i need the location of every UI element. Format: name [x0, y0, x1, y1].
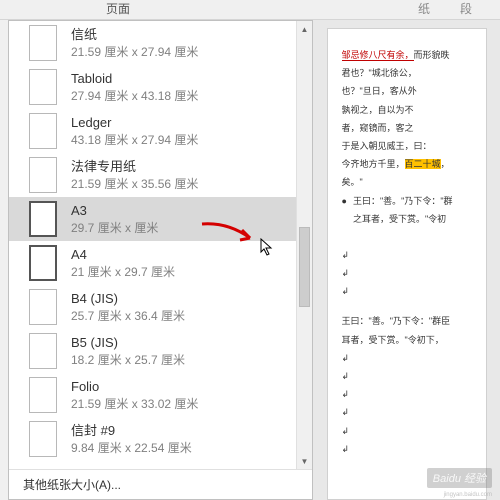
- paper-size-item[interactable]: 法律专用纸21.59 厘米 x 35.56 厘米: [9, 153, 312, 197]
- scroll-up-button[interactable]: ▲: [297, 21, 312, 37]
- paper-size-name: Tabloid: [71, 70, 198, 88]
- doc-text: ↲: [342, 265, 478, 281]
- doc-text: 者，窥镜而，客之: [342, 120, 478, 136]
- doc-text: ↲: [342, 386, 478, 402]
- paper-size-name: A4: [71, 246, 175, 264]
- page-icon: [29, 377, 57, 413]
- paper-size-item[interactable]: 信封 #99.84 厘米 x 22.54 厘米: [9, 417, 312, 461]
- scroll-thumb[interactable]: [299, 227, 310, 307]
- doc-text: ↲: [342, 441, 478, 457]
- document-area: 邹忌修八尺有余，而形貌昳 君也？"城北徐公， 也？"旦日，客从外 孰视之，自以为…: [313, 20, 500, 500]
- page-icon: [29, 245, 57, 281]
- paper-size-dims: 21.59 厘米 x 33.02 厘米: [71, 396, 198, 412]
- paper-size-name: 信封 #9: [71, 422, 192, 440]
- paper-size-dropdown: 信纸21.59 厘米 x 27.94 厘米Tabloid27.94 厘米 x 4…: [8, 20, 313, 500]
- paper-size-dims: 29.7 厘米 x 厘米: [71, 220, 158, 236]
- watermark: Baidu 经验: [427, 468, 492, 488]
- ribbon-bar: 页面 纸 段: [0, 0, 500, 20]
- page-icon: [29, 157, 57, 193]
- doc-text: ↲: [342, 350, 478, 366]
- watermark-url: jingyan.baidu.com: [444, 492, 492, 498]
- page-icon: [29, 289, 57, 325]
- doc-text: ↲: [342, 404, 478, 420]
- doc-text: 矣。": [342, 174, 478, 190]
- paper-size-name: B4 (JIS): [71, 290, 185, 308]
- paper-size-dims: 21.59 厘米 x 35.56 厘米: [71, 176, 198, 192]
- other-paper-sizes[interactable]: 其他纸张大小(A)...: [9, 469, 312, 499]
- paper-size-dims: 21.59 厘米 x 27.94 厘米: [71, 44, 198, 60]
- doc-text: 王曰："善。"乃下令："群臣: [342, 313, 478, 329]
- paper-size-item[interactable]: Folio21.59 厘米 x 33.02 厘米: [9, 373, 312, 417]
- doc-text: ↲: [342, 368, 478, 384]
- ribbon-group-page: 页面: [0, 0, 140, 19]
- paper-size-item[interactable]: Tabloid27.94 厘米 x 43.18 厘米: [9, 65, 312, 109]
- scroll-down-button[interactable]: ▼: [297, 453, 312, 469]
- paper-size-name: A3: [71, 202, 158, 220]
- paper-size-dims: 9.84 厘米 x 22.54 厘米: [71, 440, 192, 456]
- paper-size-name: 信纸: [71, 26, 198, 44]
- doc-text: 邹忌修八尺有余，: [342, 50, 414, 61]
- document-page: 邹忌修八尺有余，而形貌昳 君也？"城北徐公， 也？"旦日，客从外 孰视之，自以为…: [327, 28, 487, 500]
- paper-size-list: 信纸21.59 厘米 x 27.94 厘米Tabloid27.94 厘米 x 4…: [9, 21, 312, 469]
- paper-size-item[interactable]: 信纸21.59 厘米 x 27.94 厘米: [9, 21, 312, 65]
- doc-text: 于是入朝见威王，曰：: [342, 138, 478, 154]
- page-icon: [29, 113, 57, 149]
- page-icon: [29, 25, 57, 61]
- page-icon: [29, 333, 57, 369]
- paper-size-dims: 21 厘米 x 29.7 厘米: [71, 264, 175, 280]
- paper-size-item[interactable]: A329.7 厘米 x 厘米: [9, 197, 312, 241]
- bullet-item: 王曰："善。"乃下令："群之耳者，受下赏。"令初: [342, 193, 478, 229]
- paper-size-dims: 25.7 厘米 x 36.4 厘米: [71, 308, 185, 324]
- page-icon: [29, 69, 57, 105]
- doc-text: 耳者，受下赏。"令初下，: [342, 332, 478, 348]
- doc-text: 今齐地方千里，: [342, 159, 405, 169]
- scrollbar[interactable]: ▲ ▼: [296, 21, 312, 469]
- paper-size-dims: 27.94 厘米 x 43.18 厘米: [71, 88, 198, 104]
- doc-text: 孰视之，自以为不: [342, 102, 478, 118]
- paper-size-item[interactable]: B5 (JIS)18.2 厘米 x 25.7 厘米: [9, 329, 312, 373]
- paper-size-name: Ledger: [71, 114, 198, 132]
- scroll-track[interactable]: [297, 37, 312, 453]
- page-icon: [29, 201, 57, 237]
- paper-size-name: Folio: [71, 378, 198, 396]
- paper-size-item[interactable]: B4 (JIS)25.7 厘米 x 36.4 厘米: [9, 285, 312, 329]
- paper-size-dims: 43.18 厘米 x 27.94 厘米: [71, 132, 198, 148]
- paper-size-name: B5 (JIS): [71, 334, 185, 352]
- paper-size-name: 法律专用纸: [71, 158, 198, 176]
- ribbon-label-paper: 纸: [140, 0, 440, 19]
- ribbon-group-paragraph: 段: [440, 0, 500, 19]
- doc-text: ↲: [342, 283, 478, 299]
- paper-size-dims: 18.2 厘米 x 25.7 厘米: [71, 352, 185, 368]
- doc-text: ↲: [342, 423, 478, 439]
- doc-text: 也？"旦日，客从外: [342, 83, 478, 99]
- paper-size-item[interactable]: A421 厘米 x 29.7 厘米: [9, 241, 312, 285]
- highlighted-text: 百二十城: [405, 159, 441, 169]
- doc-text: 君也？"城北徐公，: [342, 65, 478, 81]
- paper-size-item[interactable]: Ledger43.18 厘米 x 27.94 厘米: [9, 109, 312, 153]
- doc-text: ↲: [342, 247, 478, 263]
- page-icon: [29, 421, 57, 457]
